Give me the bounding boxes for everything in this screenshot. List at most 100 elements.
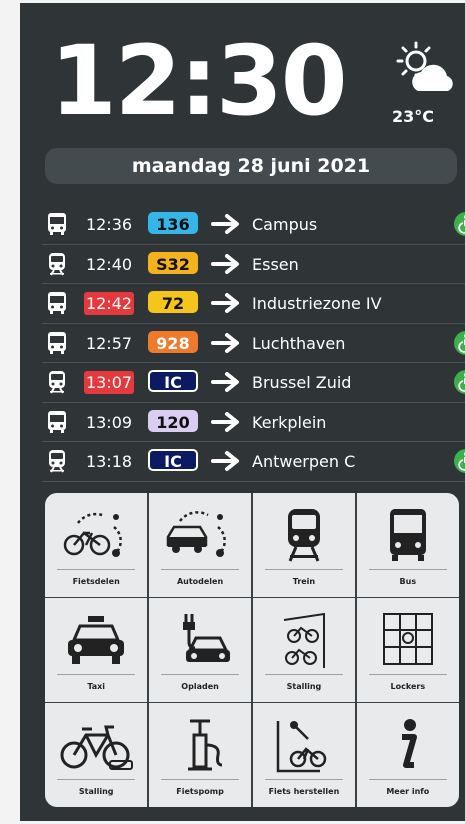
bike-share-icon xyxy=(56,505,136,565)
tile-fiets-herstellen[interactable]: Fiets herstellen xyxy=(252,703,356,807)
divider xyxy=(160,779,240,781)
departure-time: 12:57 xyxy=(85,333,133,353)
departure-time: 12:40 xyxy=(85,254,133,274)
destination: Kerkplein xyxy=(252,412,327,432)
divider xyxy=(264,779,344,781)
departure-time: 12:42 xyxy=(84,292,134,315)
bike-rack-icon xyxy=(264,610,344,670)
arrow-right-icon xyxy=(210,291,242,315)
tile-bus[interactable]: Bus xyxy=(356,493,459,597)
arrow-right-icon xyxy=(210,331,242,355)
departure-row: 13:18 IC Antwerpen C xyxy=(42,442,465,482)
line-badge: 928 xyxy=(148,330,198,353)
ev-charging-icon xyxy=(160,610,240,670)
departure-time: 13:07 xyxy=(84,371,134,394)
tile-stalling[interactable]: Stalling xyxy=(45,703,148,807)
destination: Brussel Zuid xyxy=(252,373,352,392)
service-grid: Fietsdelen Autodelen Trein Bus Taxi Opladen St… xyxy=(45,493,459,807)
arrow-right-icon xyxy=(210,449,242,473)
destination: Industriezone IV xyxy=(252,294,382,313)
tile-label: Stalling xyxy=(286,682,322,692)
wheelchair-icon xyxy=(454,330,465,355)
wheelchair-icon xyxy=(454,370,465,394)
bike-pump-icon xyxy=(160,715,240,775)
arrow-right-icon xyxy=(210,370,242,394)
tile-label: Fietsdelen xyxy=(72,577,120,586)
line-badge: S32 xyxy=(148,251,198,274)
tile-label: Lockers xyxy=(390,682,426,692)
departure-row: 12:40 S32 Essen xyxy=(42,245,465,284)
divider xyxy=(160,569,240,570)
bus-icon xyxy=(46,212,68,236)
departure-row: 12:36 136 Campus xyxy=(42,205,465,245)
tile-opladen[interactable]: Opladen xyxy=(148,598,252,702)
car-share-icon xyxy=(160,505,240,565)
tile-label: Fiets herstellen xyxy=(268,787,340,797)
departure-list: 12:36 136 Campus 12:40 S32 Essen 12:42 72 Indust… xyxy=(42,205,465,482)
tile-stalling[interactable]: Stalling xyxy=(252,598,356,702)
partly-cloudy-icon xyxy=(396,41,453,91)
destination: Luchthaven xyxy=(252,333,346,353)
tile-label: Opladen xyxy=(181,682,219,692)
tile-label: Taxi xyxy=(87,682,106,692)
taxi-icon xyxy=(56,610,136,670)
divider xyxy=(57,779,136,781)
tile-label: Fietspomp xyxy=(176,787,224,797)
tile-fietspomp[interactable]: Fietspomp xyxy=(148,703,252,807)
train-icon xyxy=(46,370,68,394)
tile-label: Stalling xyxy=(78,787,114,797)
arrow-right-icon xyxy=(210,410,242,434)
line-badge: IC xyxy=(148,370,198,392)
tile-label: Meer info xyxy=(386,787,430,797)
departure-time: 13:18 xyxy=(85,452,133,471)
departure-row: 12:42 72 Industriezone IV xyxy=(42,284,465,324)
divider xyxy=(368,779,447,781)
destination: Antwerpen C xyxy=(252,452,356,471)
divider xyxy=(264,674,344,676)
train-icon xyxy=(264,505,344,565)
temperature: 23°C xyxy=(392,107,435,126)
divider xyxy=(264,569,344,570)
bicycle-icon xyxy=(56,715,136,775)
destination: Essen xyxy=(252,254,299,274)
locker-icon xyxy=(368,610,448,670)
wheelchair-icon xyxy=(454,449,465,473)
tile-label: Bus xyxy=(399,577,417,586)
train-icon xyxy=(46,252,68,276)
tile-lockers[interactable]: Lockers xyxy=(356,598,459,702)
clock: 12:30 xyxy=(50,25,348,137)
divider xyxy=(57,674,136,676)
departure-time: 12:36 xyxy=(85,215,133,234)
bus-icon xyxy=(368,505,448,565)
tile-label: Autodelen xyxy=(176,577,224,586)
date-bar: maandag 28 juni 2021 xyxy=(45,148,457,184)
bus-icon xyxy=(46,410,68,434)
divider xyxy=(57,569,136,570)
line-badge: 136 xyxy=(148,212,198,234)
divider xyxy=(160,674,240,676)
departure-row: 12:57 928 Luchthaven xyxy=(42,324,465,363)
weather-widget: 23°C xyxy=(388,39,458,129)
destination: Campus xyxy=(252,215,318,234)
kiosk-screen: 12:30 23°C maandag 28 juni 2021 12:36 136… xyxy=(20,3,465,821)
tile-autodelen[interactable]: Autodelen xyxy=(148,493,252,597)
departure-row: 13:07 IC Brussel Zuid xyxy=(42,363,465,403)
bus-icon xyxy=(46,291,68,315)
tile-label: Trein xyxy=(292,577,316,586)
divider xyxy=(368,674,447,676)
train-icon xyxy=(46,449,68,473)
line-badge: IC xyxy=(148,449,198,471)
arrow-right-icon xyxy=(210,212,242,236)
bus-icon xyxy=(46,331,68,355)
divider xyxy=(368,569,447,570)
line-badge: 72 xyxy=(148,291,198,313)
tile-meer-info[interactable]: Meer info xyxy=(356,703,459,807)
departure-row: 13:09 120 Kerkplein xyxy=(42,403,465,442)
wheelchair-icon xyxy=(454,212,465,236)
tile-trein[interactable]: Trein xyxy=(252,493,356,597)
info-icon xyxy=(368,715,448,775)
tile-fietsdelen[interactable]: Fietsdelen xyxy=(45,493,148,597)
arrow-right-icon xyxy=(210,252,242,276)
tile-taxi[interactable]: Taxi xyxy=(45,598,148,702)
line-badge: 120 xyxy=(148,409,198,432)
